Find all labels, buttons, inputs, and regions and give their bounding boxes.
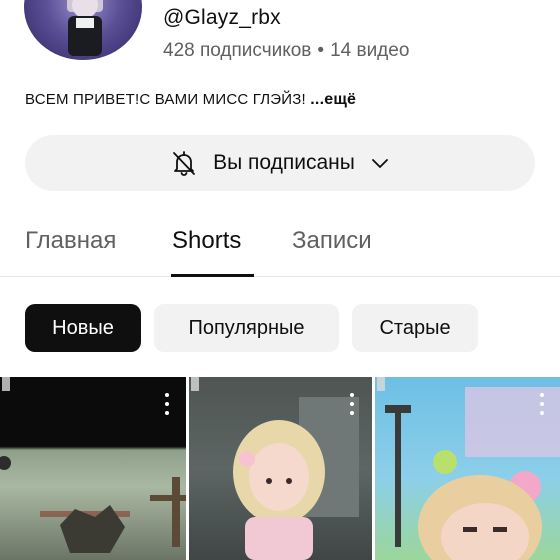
short-3-avatar [385, 387, 560, 560]
chevron-down-icon [369, 152, 391, 174]
more-vert-icon[interactable] [535, 393, 549, 415]
avatar-collar [76, 18, 94, 28]
filter-chip-new[interactable]: Новые [25, 304, 141, 352]
channel-description[interactable]: ВСЕМ ПРИВЕТ!С ВАМИ МИСС ГЛЭЙЗ! ...ещё [25, 91, 356, 109]
thumbnail-tag [377, 377, 385, 391]
thumbnail-tag [2, 377, 10, 391]
short-thumbnail-2[interactable] [189, 377, 372, 560]
subscribed-label: Вы подписаны [213, 151, 355, 174]
bell-off-icon [169, 148, 199, 178]
more-vert-icon[interactable] [345, 393, 359, 415]
video-count: 14 видео [330, 40, 410, 61]
active-tab-indicator [171, 274, 254, 277]
channel-handle: @Glayz_rbx [163, 6, 281, 29]
description-text: ВСЕМ ПРИВЕТ!С ВАМИ МИСС ГЛЭЙЗ! [25, 91, 306, 108]
tab-posts[interactable]: Записи [292, 227, 372, 255]
subscribed-button[interactable]: Вы подписаны [25, 135, 535, 191]
description-more-link[interactable]: ...ещё [310, 91, 356, 108]
short-thumbnail-3[interactable] [375, 377, 560, 560]
channel-stats: 428 подписчиков • 14 видео [163, 40, 409, 62]
thumbnail-tag [191, 377, 199, 391]
more-vert-icon[interactable] [160, 393, 174, 415]
filter-chip-old[interactable]: Старые [352, 304, 478, 352]
subscriber-count: 428 подписчиков [163, 40, 312, 61]
short-1-scene [0, 456, 186, 553]
filter-chip-popular[interactable]: Популярные [154, 304, 339, 352]
short-thumbnail-1[interactable] [0, 377, 186, 560]
tab-shorts[interactable]: Shorts [172, 227, 241, 255]
channel-tabs: Главная Shorts Записи [0, 213, 560, 277]
stats-separator: • [317, 40, 325, 61]
channel-avatar[interactable] [24, 0, 142, 60]
tab-home[interactable]: Главная [25, 227, 116, 255]
